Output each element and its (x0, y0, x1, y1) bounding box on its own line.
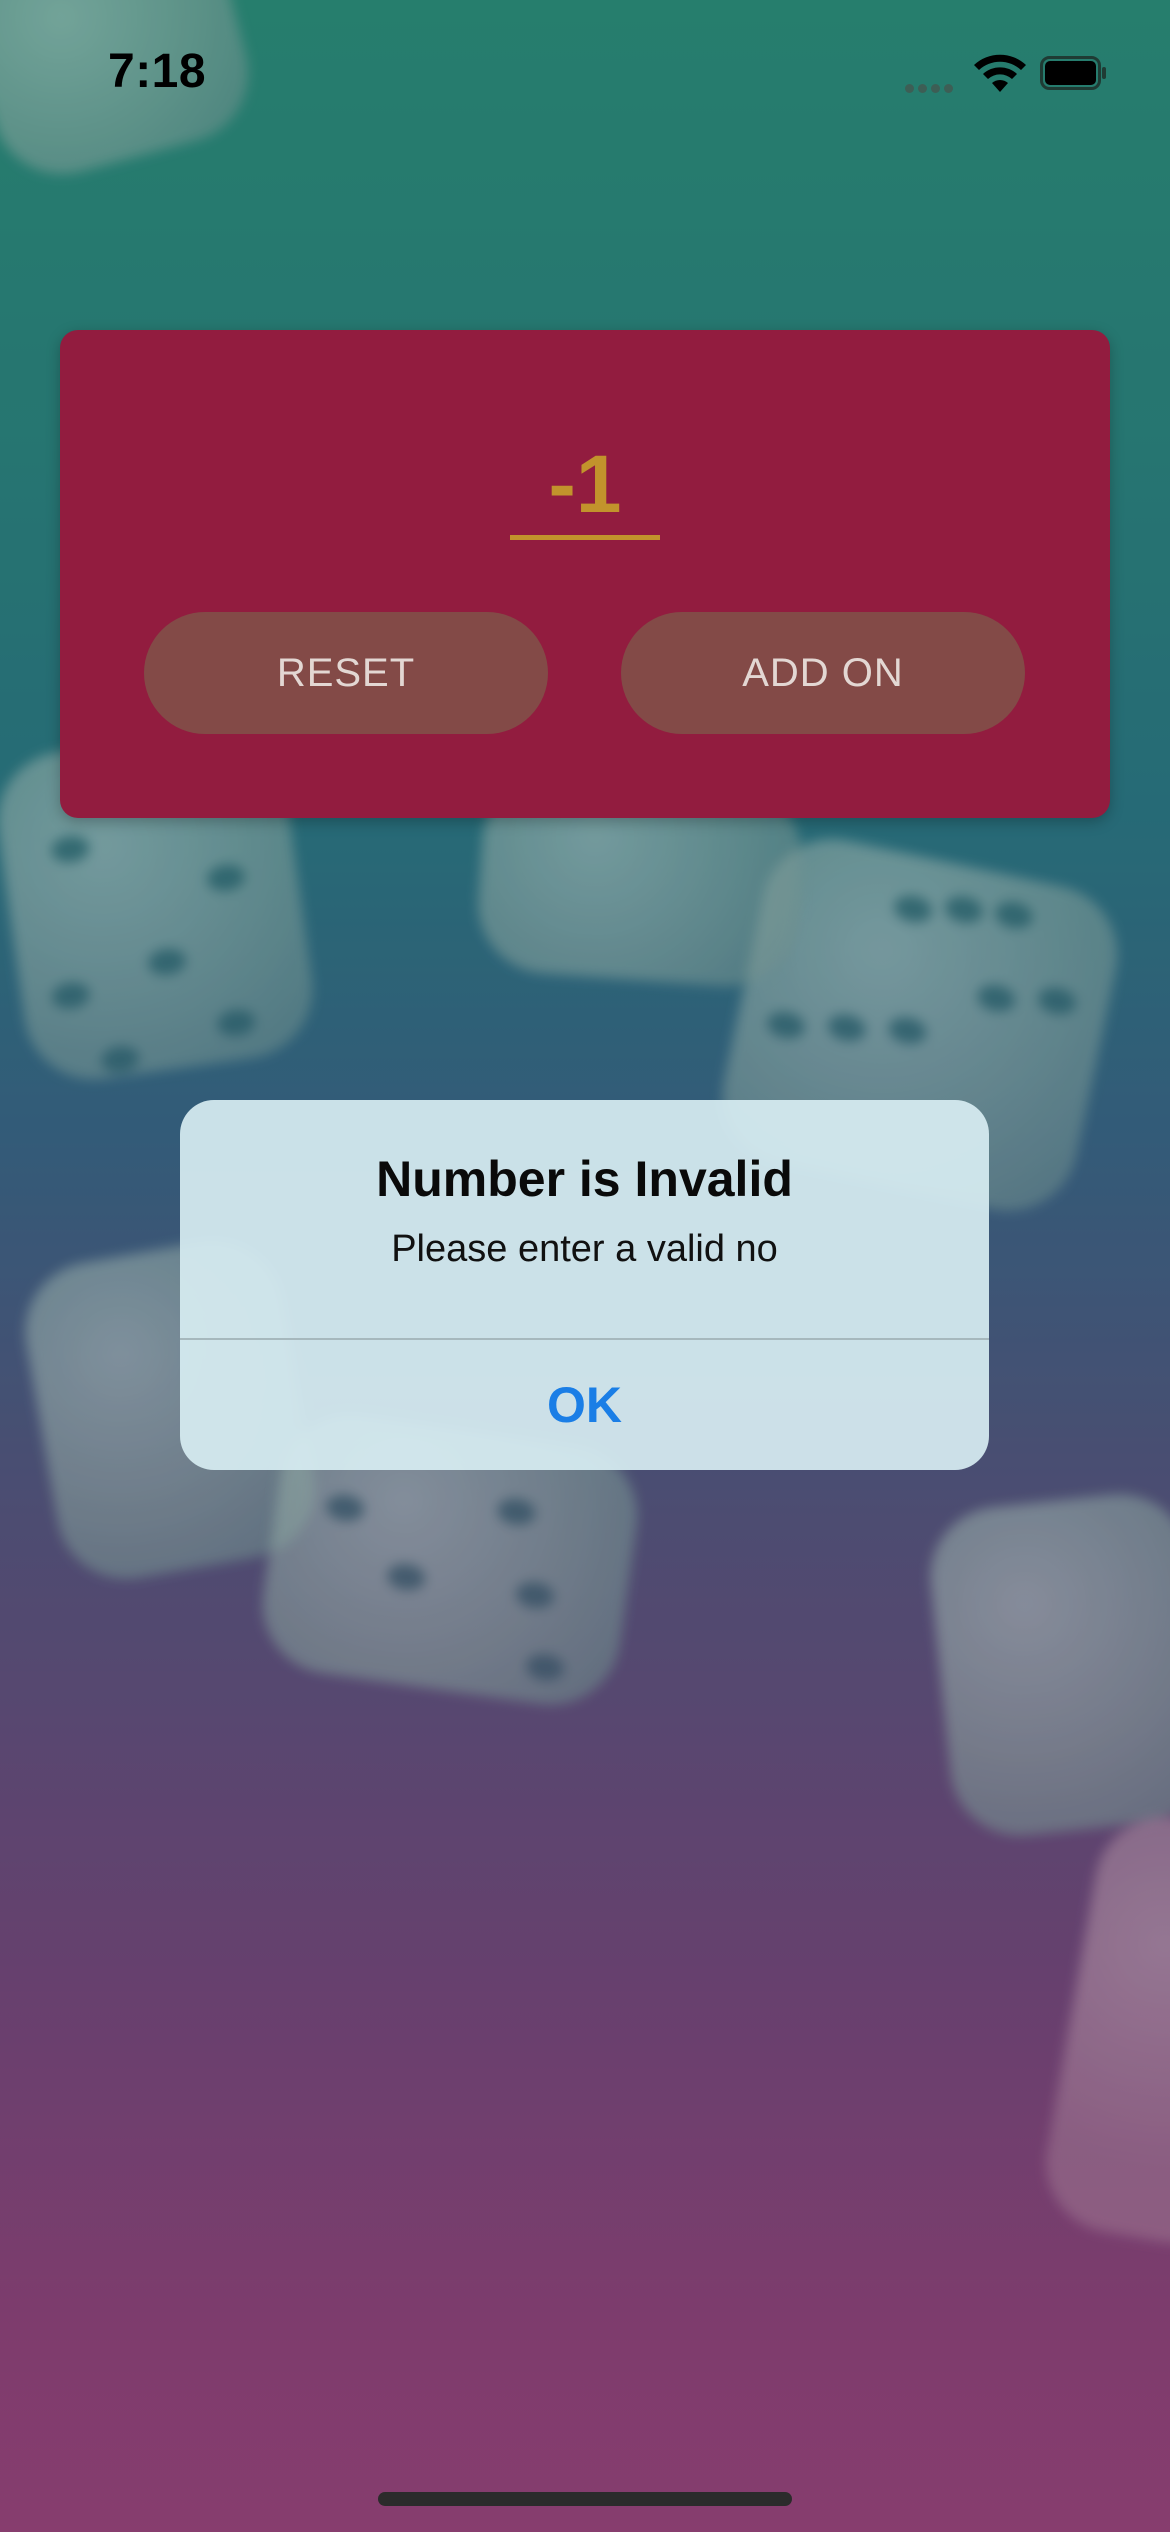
wifi-icon (974, 54, 1026, 92)
app-screen: 7:18 -1 RESET ADD ON Number is Invalid P… (0, 0, 1170, 2532)
alert-message: Please enter a valid no (391, 1228, 778, 1270)
home-indicator[interactable] (378, 2492, 792, 2506)
number-input[interactable]: -1 (510, 435, 660, 540)
alert-ok-button[interactable]: OK (180, 1340, 989, 1470)
reset-button[interactable]: RESET (144, 612, 548, 734)
number-card: -1 RESET ADD ON (60, 330, 1110, 818)
alert-title: Number is Invalid (376, 1151, 793, 1207)
add-on-button[interactable]: ADD ON (621, 612, 1025, 734)
battery-icon (1040, 56, 1106, 90)
invalid-number-alert: Number is Invalid Please enter a valid n… (180, 1100, 989, 1470)
signal-icon (905, 80, 957, 93)
status-time: 7:18 (108, 45, 207, 98)
